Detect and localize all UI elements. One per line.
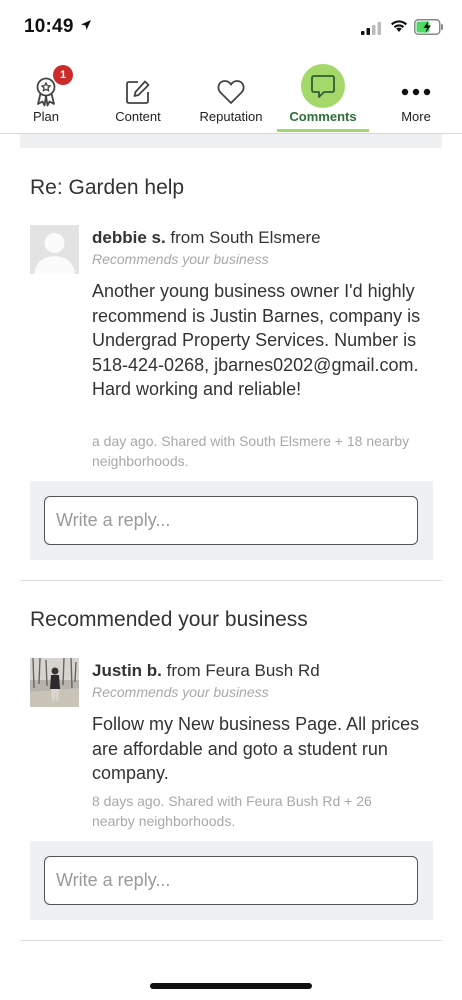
status-bar: 10:49 xyxy=(0,0,462,56)
tab-content[interactable]: Content xyxy=(92,62,184,134)
author-line: debbie s. from South Elsmere xyxy=(92,228,321,248)
author-name[interactable]: Justin b. xyxy=(92,661,162,680)
reply-area: Write a reply... xyxy=(30,841,433,920)
status-time: 10:49 xyxy=(24,16,74,37)
post-title: Re: Garden help xyxy=(30,176,185,199)
battery-charging-icon xyxy=(414,19,443,35)
comment-meta: 8 days ago. Shared with Feura Bush Rd + … xyxy=(92,793,372,829)
recommendation-subtitle: Recommends your business xyxy=(92,684,269,700)
tab-more[interactable]: More xyxy=(370,62,462,134)
tab-comments[interactable]: Comments xyxy=(277,62,369,134)
tab-label: Content xyxy=(115,109,161,124)
avatar[interactable] xyxy=(30,225,79,274)
reply-placeholder: Write a reply... xyxy=(56,510,171,530)
author-location: from Feura Bush Rd xyxy=(166,661,320,680)
reply-input[interactable]: Write a reply... xyxy=(44,496,418,545)
comment-card: Recommended your business Justin b. from… xyxy=(0,581,462,941)
more-dots-icon xyxy=(394,70,438,114)
location-arrow-icon xyxy=(81,20,91,30)
edit-pencil-icon xyxy=(116,70,160,114)
avatar[interactable] xyxy=(30,658,79,707)
reply-input[interactable]: Write a reply... xyxy=(44,856,418,905)
reply-area: Write a reply... xyxy=(30,481,433,560)
previous-post-reply-area xyxy=(20,134,442,148)
comment-card: Re: Garden help debbie s. from South Els… xyxy=(0,148,462,580)
tab-reputation[interactable]: Reputation xyxy=(185,62,277,134)
comment-body: Follow my New business Page. All prices … xyxy=(92,714,420,783)
reply-placeholder: Write a reply... xyxy=(56,870,171,890)
tab-label: Comments xyxy=(289,109,357,124)
author-name[interactable]: debbie s. xyxy=(92,228,166,247)
home-indicator[interactable] xyxy=(150,983,312,989)
tab-bar: 1 Plan Content Reputation Comments More xyxy=(0,62,462,134)
speech-bubble-icon xyxy=(301,64,345,108)
comment-meta: a day ago. Shared with South Elsmere + 1… xyxy=(92,433,410,469)
heart-icon xyxy=(209,70,253,114)
comment-body: Another young business owner I'd highly … xyxy=(92,281,421,399)
tab-label: Plan xyxy=(32,109,60,124)
cellular-signal-icon xyxy=(361,22,381,35)
author-line: Justin b. from Feura Bush Rd xyxy=(92,661,320,681)
recommendation-subtitle: Recommends your business xyxy=(92,251,269,267)
post-title: Recommended your business xyxy=(30,608,308,631)
active-tab-indicator xyxy=(277,129,369,132)
wifi-icon xyxy=(391,20,407,32)
tab-label: More xyxy=(401,109,431,124)
tab-plan[interactable]: 1 Plan xyxy=(0,62,92,134)
tab-label: Reputation xyxy=(199,109,263,124)
divider xyxy=(20,940,442,941)
author-location: from South Elsmere xyxy=(170,228,321,247)
notification-badge: 1 xyxy=(53,65,73,85)
